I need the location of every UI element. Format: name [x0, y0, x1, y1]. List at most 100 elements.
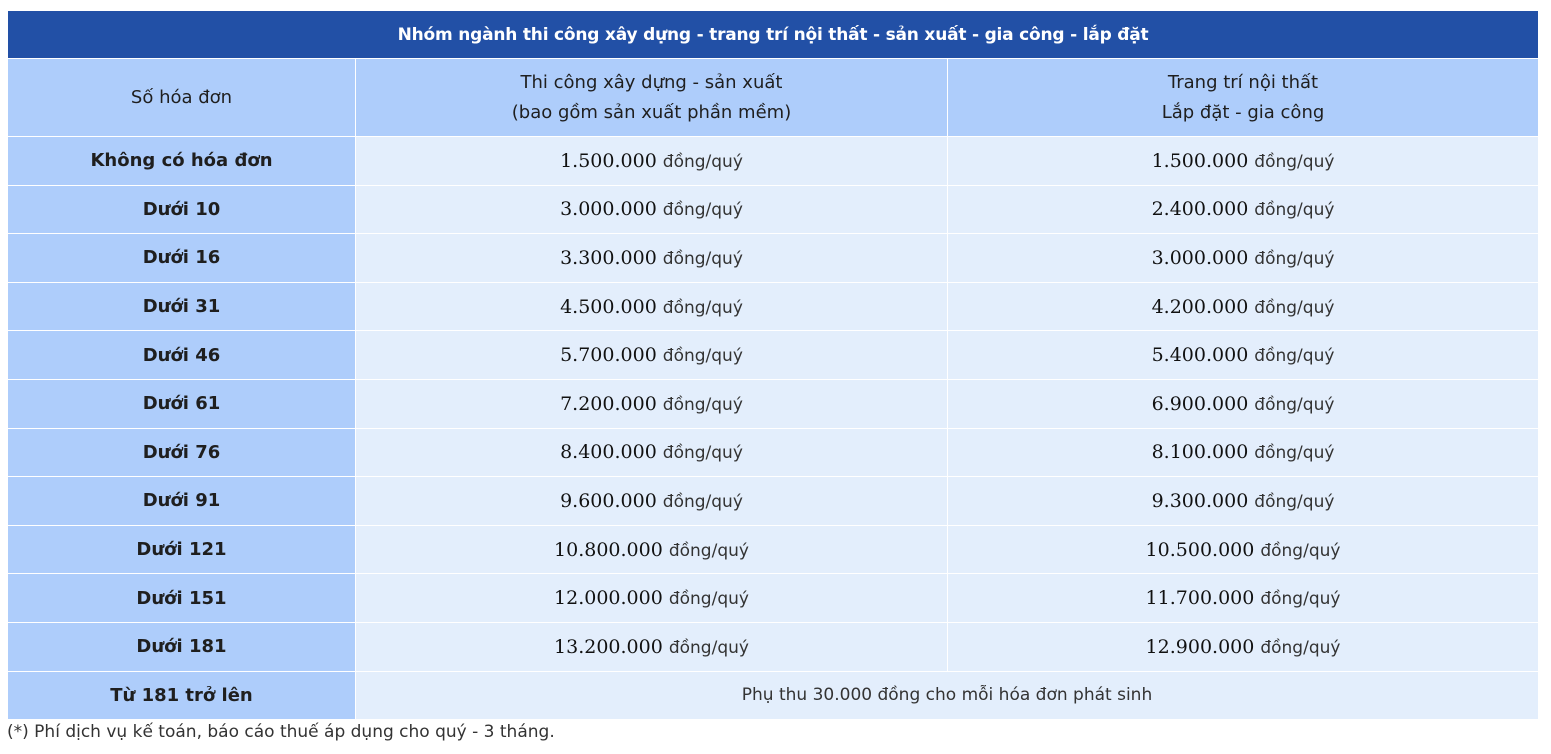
unit-label: đồng/quý — [662, 394, 743, 415]
construction-amount: 12.000.000 — [554, 587, 663, 610]
interior-amount: 5.400.000 — [1151, 344, 1249, 367]
unit-label: đồng/quý — [662, 200, 743, 221]
construction-price-cell: 3.000.000 đồng/quý — [355, 184, 948, 235]
interior-amount: 8.100.000 — [1151, 441, 1249, 464]
unit-label: đồng/quý — [662, 491, 743, 512]
table-row: Dưới 91 9.600.000 đồng/quý 9.300.000 đồng/… — [7, 476, 1540, 526]
pricing-table-container: Nhóm ngành thi công xây dựng - trang trí… — [6, 10, 1540, 721]
unit-label: đồng/quý — [1254, 394, 1335, 415]
construction-amount: 4.500.000 — [560, 295, 657, 318]
construction-price-cell: 5.700.000 đồng/quý — [355, 330, 948, 380]
row-label: Dưới 31 — [7, 281, 356, 332]
unit-label: đồng/quý — [668, 540, 749, 561]
unit-label: đồng/quý — [1254, 297, 1335, 318]
header-interior: Trang trí nội thất Lắp đặt - gia công — [946, 58, 1540, 137]
interior-price-cell: 11.700.000 đồng/quý — [946, 573, 1540, 623]
header-interior-line1: Trang trí nội thất — [1167, 71, 1319, 93]
row-label: Dưới 181 — [7, 621, 356, 672]
unit-label: đồng/quý — [1260, 540, 1341, 561]
header-interior-line2: Lắp đặt - gia công — [1161, 101, 1325, 123]
unit-label: đồng/quý — [1254, 151, 1335, 172]
unit-label: đồng/quý — [662, 151, 743, 172]
construction-price-cell: 1.500.000 đồng/quý — [355, 136, 948, 186]
unit-label: đồng/quý — [668, 589, 749, 610]
header-construction: Thi công xây dựng - sản xuất (bao gồm sả… — [355, 58, 948, 137]
table-row: Dưới 61 7.200.000 đồng/quý 6.900.000 đồng/… — [7, 378, 1540, 429]
pricing-table: Nhóm ngành thi công xây dựng - trang trí… — [6, 10, 1540, 721]
table-row: Dưới 121 10.800.000 đồng/quý 10.500.000 đồ… — [7, 524, 1540, 575]
table-row: Dưới 10 3.000.000 đồng/quý 2.400.000 đồng/… — [7, 184, 1540, 235]
table-title: Nhóm ngành thi công xây dựng - trang trí… — [6, 10, 1540, 59]
interior-amount: 11.700.000 — [1145, 587, 1255, 610]
table-row: Dưới 31 4.500.000 đồng/quý 4.200.000 đồng/… — [7, 281, 1540, 332]
interior-price-cell: 8.100.000 đồng/quý — [946, 427, 1540, 478]
surcharge-cell: Phụ thu 30.000 đồng cho mỗi hóa đơn phát… — [354, 670, 1540, 721]
interior-amount: 1.500.000 — [1151, 149, 1249, 172]
construction-price-cell: 8.400.000 đồng/quý — [355, 427, 948, 478]
construction-price-cell: 13.200.000 đồng/quý — [355, 621, 948, 672]
row-label: Từ 181 trở lên — [7, 670, 356, 721]
construction-amount: 10.800.000 — [554, 538, 663, 561]
header-construction-line1: Thi công xây dựng - sản xuất — [520, 71, 783, 93]
interior-price-cell: 5.400.000 đồng/quý — [946, 330, 1540, 380]
table-row: Dưới 46 5.700.000 đồng/quý 5.400.000 đồng/… — [7, 330, 1540, 380]
construction-price-cell: 7.200.000 đồng/quý — [355, 378, 948, 429]
interior-price-cell: 9.300.000 đồng/quý — [946, 476, 1540, 526]
interior-amount: 12.900.000 — [1145, 635, 1255, 658]
construction-amount: 5.700.000 — [560, 344, 657, 367]
construction-amount: 9.600.000 — [560, 489, 657, 512]
interior-price-cell: 4.200.000 đồng/quý — [946, 281, 1540, 332]
interior-price-cell: 3.000.000 đồng/quý — [946, 233, 1540, 283]
construction-amount: 13.200.000 — [554, 635, 663, 658]
interior-price-cell: 1.500.000 đồng/quý — [946, 136, 1540, 186]
row-label: Dưới 10 — [7, 184, 356, 235]
construction-amount: 3.000.000 — [560, 198, 657, 221]
table-row: Dưới 16 3.300.000 đồng/quý 3.000.000 đồng/… — [7, 233, 1540, 283]
construction-amount: 7.200.000 — [560, 392, 657, 415]
footnote: (*) Phí dịch vụ kế toán, báo cáo thuế áp… — [7, 722, 555, 742]
unit-label: đồng/quý — [662, 443, 743, 464]
interior-amount: 4.200.000 — [1151, 295, 1249, 318]
table-row: Không có hóa đơn 1.500.000 đồng/quý 1.500… — [7, 136, 1540, 186]
construction-price-cell: 9.600.000 đồng/quý — [355, 476, 948, 526]
surcharge-text: Phụ thu 30.000 đồng cho mỗi hóa đơn phát… — [741, 685, 1153, 706]
table-row: Dưới 151 12.000.000 đồng/quý 11.700.000 đồ… — [7, 573, 1540, 623]
unit-label: đồng/quý — [662, 248, 743, 269]
interior-price-cell: 12.900.000 đồng/quý — [946, 621, 1540, 672]
table-header-row: Số hóa đơn Thi công xây dựng - sản xuất … — [7, 58, 1540, 137]
interior-price-cell: 10.500.000 đồng/quý — [946, 524, 1540, 575]
construction-price-cell: 3.300.000 đồng/quý — [355, 233, 948, 283]
interior-amount: 3.000.000 — [1151, 246, 1249, 269]
construction-price-cell: 4.500.000 đồng/quý — [355, 281, 948, 332]
unit-label: đồng/quý — [1260, 637, 1341, 658]
unit-label: đồng/quý — [1254, 443, 1335, 464]
row-label: Dưới 121 — [7, 524, 356, 575]
header-invoice-count: Số hóa đơn — [7, 58, 356, 137]
unit-label: đồng/quý — [662, 297, 743, 318]
row-label: Dưới 151 — [7, 573, 356, 623]
row-label: Dưới 61 — [7, 378, 356, 429]
row-label: Dưới 91 — [7, 476, 356, 526]
row-label: Không có hóa đơn — [7, 136, 356, 186]
construction-price-cell: 12.000.000 đồng/quý — [355, 573, 948, 623]
unit-label: đồng/quý — [1260, 589, 1341, 610]
unit-label: đồng/quý — [668, 637, 749, 658]
unit-label: đồng/quý — [1254, 346, 1335, 367]
row-label: Dưới 16 — [7, 233, 356, 283]
unit-label: đồng/quý — [662, 346, 743, 367]
row-label: Dưới 76 — [7, 427, 356, 478]
construction-amount: 3.300.000 — [560, 246, 657, 269]
construction-price-cell: 10.800.000 đồng/quý — [355, 524, 948, 575]
interior-amount: 2.400.000 — [1151, 198, 1249, 221]
table-title-row: Nhóm ngành thi công xây dựng - trang trí… — [6, 10, 1540, 59]
construction-amount: 8.400.000 — [560, 441, 657, 464]
table-row: Dưới 76 8.400.000 đồng/quý 8.100.000 đồng/… — [7, 427, 1540, 478]
interior-amount: 9.300.000 — [1151, 489, 1249, 512]
interior-price-cell: 2.400.000 đồng/quý — [946, 184, 1540, 235]
header-construction-line2: (bao gồm sản xuất phần mềm) — [511, 101, 792, 123]
unit-label: đồng/quý — [1254, 491, 1335, 512]
table-row: Dưới 181 13.200.000 đồng/quý 12.900.000 đồ… — [7, 621, 1540, 672]
interior-price-cell: 6.900.000 đồng/quý — [946, 378, 1540, 429]
interior-amount: 6.900.000 — [1151, 392, 1249, 415]
unit-label: đồng/quý — [1254, 248, 1335, 269]
